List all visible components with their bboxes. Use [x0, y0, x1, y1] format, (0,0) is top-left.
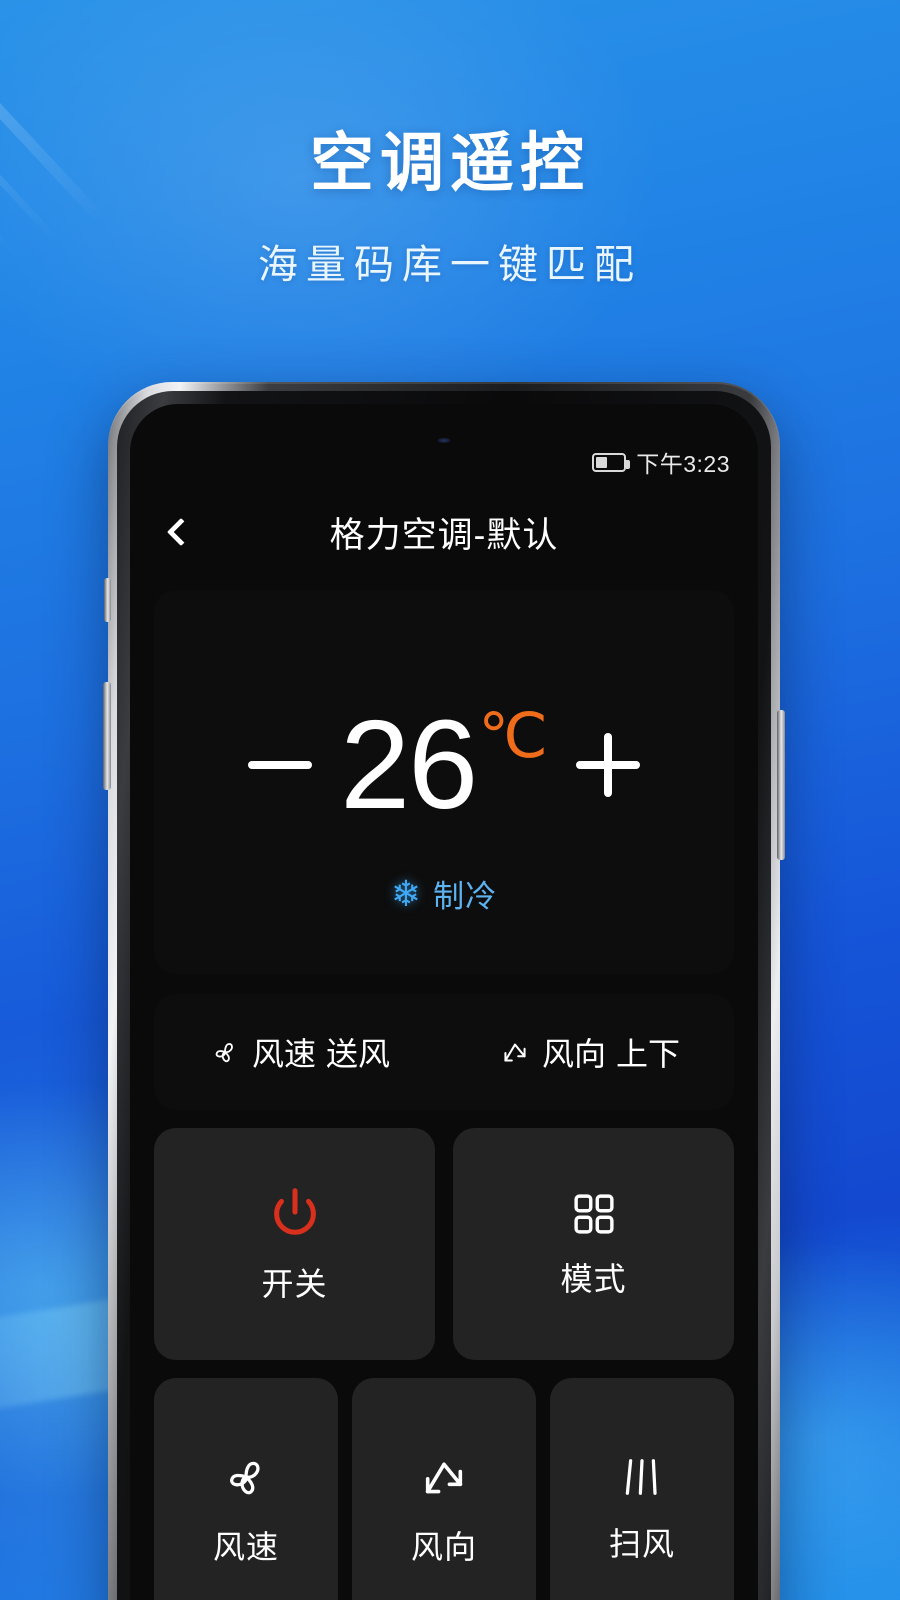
promo-subhead: 海量码库一键匹配	[258, 243, 642, 287]
phone-mockup: 下午3:23 格力空调-默认 26 ℃ ❄ 制冷 风速 送风 风向 上下 开关 …	[103, 382, 785, 1600]
promo-headline: 空调遥控	[310, 127, 590, 199]
secondary-button-row: 风速 风向 扫风	[154, 1378, 734, 1600]
remote-content: 26 ℃ ❄ 制冷 风速 送风 风向 上下 开关 模式 风速 风向 扫风	[130, 590, 758, 1600]
current-mode: ❄ 制冷	[154, 871, 734, 916]
fan-status-strip: 风速 送风 风向 上下	[154, 994, 734, 1110]
current-mode-label: 制冷	[433, 879, 498, 914]
fan-speed-status[interactable]: 风速 送风	[154, 1029, 444, 1075]
swing-icon	[498, 1035, 532, 1069]
louver-icon	[616, 1451, 668, 1503]
power-icon	[264, 1183, 326, 1245]
temperature-card: 26 ℃ ❄ 制冷	[154, 590, 734, 974]
fan-speed-name: 风速	[251, 1036, 316, 1072]
temp-increase-button[interactable]	[548, 705, 668, 825]
fan-speed-button[interactable]: 风速	[154, 1378, 338, 1600]
grid-icon	[568, 1188, 620, 1240]
fan-speed-button-label: 风速	[212, 1529, 279, 1565]
phone-screen: 下午3:23 格力空调-默认 26 ℃ ❄ 制冷 风速 送风 风向 上下 开关 …	[130, 404, 758, 1600]
wind-direction-name: 风向	[541, 1036, 606, 1072]
swing-icon	[415, 1448, 473, 1506]
phone-volume-button[interactable]	[103, 682, 111, 790]
temperature-readout: 26 ℃	[340, 702, 548, 828]
wind-direction-button-label: 风向	[410, 1529, 477, 1565]
fan-speed-value: 送风	[326, 1036, 391, 1072]
fan-icon	[217, 1448, 275, 1506]
wind-direction-button[interactable]: 风向	[352, 1378, 536, 1600]
status-bar: 下午3:23	[130, 444, 758, 480]
phone-power-button[interactable]	[777, 710, 785, 860]
power-button-label: 开关	[261, 1266, 328, 1302]
app-header: 格力空调-默认	[130, 496, 758, 568]
front-camera-icon	[437, 438, 451, 443]
swing-sweep-button-label: 扫风	[608, 1526, 675, 1562]
minus-icon	[248, 761, 313, 769]
promo-stage: 空调遥控 海量码库一键匹配 下午3:23 格力空调-默认 26 ℃ ❄ 制冷 风…	[0, 0, 900, 1600]
back-button[interactable]	[158, 509, 204, 555]
wind-direction-status[interactable]: 风向 上下	[444, 1029, 734, 1075]
wind-direction-value: 上下	[616, 1036, 681, 1072]
primary-button-row: 开关 模式	[154, 1128, 734, 1360]
page-title: 格力空调-默认	[329, 515, 559, 555]
status-clock: 下午3:23	[636, 451, 730, 477]
phone-mute-button[interactable]	[104, 578, 111, 622]
mode-button-label: 模式	[560, 1261, 627, 1297]
battery-icon	[592, 452, 631, 472]
plus-icon	[575, 733, 640, 797]
chevron-left-icon	[166, 517, 196, 547]
snowflake-icon: ❄	[390, 872, 422, 914]
power-button[interactable]: 开关	[154, 1128, 435, 1360]
fan-icon	[208, 1035, 242, 1069]
temperature-value: 26	[340, 694, 478, 835]
temp-decrease-button[interactable]	[220, 705, 340, 825]
swing-sweep-button[interactable]: 扫风	[550, 1378, 734, 1600]
mode-button[interactable]: 模式	[453, 1128, 734, 1360]
temperature-unit: ℃	[478, 702, 548, 771]
